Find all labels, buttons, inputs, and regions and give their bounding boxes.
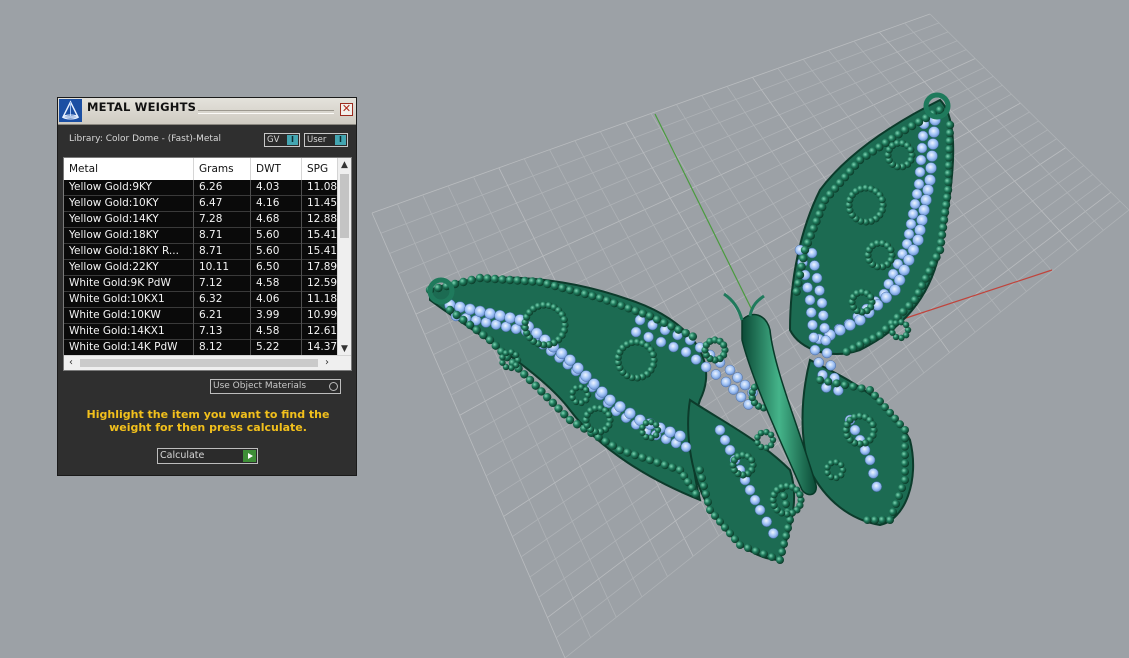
table-row[interactable]: White Gold:14KX1 7.13 4.58 12.61 (64, 324, 339, 340)
cell-spg: 14.37 (307, 341, 338, 353)
toggle-knob: I (335, 135, 346, 145)
titlebar-divider (198, 110, 334, 114)
calculate-button-label: Calculate (160, 450, 205, 461)
user-toggle-label: User (307, 135, 327, 145)
instruction-text: Highlight the item you want to find the … (86, 408, 330, 434)
toggle-knob: I (287, 135, 298, 145)
cell-spg: 10.99 (307, 309, 338, 321)
chevron-up-icon[interactable]: ▲ (338, 158, 351, 172)
table-row[interactable]: White Gold:14K PdW 8.12 5.22 14.37 (64, 340, 339, 356)
table-row[interactable]: White Gold:10KX1 6.32 4.06 11.18 (64, 292, 339, 308)
chevron-right-icon[interactable]: › (320, 356, 334, 370)
cell-grams: 10.11 (194, 260, 251, 276)
cell-dwt: 4.06 (251, 292, 302, 308)
cell-grams: 8.12 (194, 340, 251, 356)
cell-spg: 12.59 (307, 277, 338, 289)
column-header-spg[interactable]: SPG (302, 158, 339, 180)
cell-spg: 12.61 (307, 325, 338, 337)
cell-metal: Yellow Gold:18KY (64, 228, 194, 244)
cell-dwt: 5.60 (251, 228, 302, 244)
table-row[interactable]: Yellow Gold:22KY 10.11 6.50 17.89 (64, 260, 339, 276)
cell-dwt: 6.50 (251, 260, 302, 276)
table-header: Metal Grams DWT SPG (64, 158, 339, 180)
y-axis-line (654, 113, 753, 311)
column-header-grams[interactable]: Grams (194, 158, 251, 180)
cell-dwt: 4.68 (251, 212, 302, 228)
vertical-scroll-thumb[interactable] (340, 174, 349, 238)
cell-dwt: 4.58 (251, 324, 302, 340)
cell-metal: White Gold:10KX1 (64, 292, 194, 308)
cell-metal: Yellow Gold:18KY R... (64, 244, 194, 260)
horizontal-scroll-thumb[interactable] (80, 359, 318, 367)
cell-metal: Yellow Gold:10KY (64, 196, 194, 212)
cell-grams: 8.71 (194, 244, 251, 260)
vertical-scrollbar[interactable]: ▲ ▼ (337, 158, 351, 356)
chevron-left-icon[interactable]: ‹ (64, 356, 78, 370)
cell-metal: White Gold:9K PdW (64, 276, 194, 292)
cell-metal: Yellow Gold:22KY (64, 260, 194, 276)
column-header-metal[interactable]: Metal (64, 158, 194, 180)
column-header-dwt[interactable]: DWT (251, 158, 302, 180)
cell-dwt: 5.22 (251, 340, 302, 356)
use-object-materials-label: Use Object Materials (213, 381, 307, 391)
cell-dwt: 4.03 (251, 180, 302, 196)
close-button[interactable]: ✕ (340, 103, 353, 116)
gv-toggle-label: GV (267, 135, 280, 145)
cell-spg: 11.08 (307, 181, 338, 193)
cell-spg: 11.45 (307, 197, 338, 209)
use-object-materials-option[interactable]: Use Object Materials (210, 379, 341, 394)
user-toggle[interactable]: User I (304, 133, 348, 147)
metal-weights-table[interactable]: Metal Grams DWT SPG Yellow Gold:9KY 6.26 4… (63, 157, 352, 371)
cell-spg: 11.18 (307, 293, 338, 305)
table-body: Yellow Gold:9KY 6.26 4.03 11.08 Yellow Gold:… (64, 180, 339, 356)
calculate-button[interactable]: Calculate (157, 448, 258, 464)
cell-spg: 15.41 (307, 229, 338, 241)
table-row[interactable]: Yellow Gold:18KY R... 8.71 5.60 15.41 (64, 244, 339, 260)
table-row[interactable]: Yellow Gold:14KY 7.28 4.68 12.88 (64, 212, 339, 228)
library-label: Library: Color Dome - (Fast)-Metal (69, 134, 221, 144)
radio-icon[interactable] (329, 382, 338, 391)
cell-grams: 6.32 (194, 292, 251, 308)
cell-grams: 6.21 (194, 308, 251, 324)
cell-grams: 7.28 (194, 212, 251, 228)
cell-dwt: 5.60 (251, 244, 302, 260)
table-row[interactable]: Yellow Gold:9KY 6.26 4.03 11.08 (64, 180, 339, 196)
cell-dwt: 4.16 (251, 196, 302, 212)
cell-metal: White Gold:14KX1 (64, 324, 194, 340)
gv-toggle[interactable]: GV I (264, 133, 300, 147)
cell-grams: 6.26 (194, 180, 251, 196)
horizontal-scrollbar[interactable]: ‹ › (64, 355, 351, 370)
table-row[interactable]: Yellow Gold:10KY 6.47 4.16 11.45 (64, 196, 339, 212)
panel-titlebar[interactable]: METAL WEIGHTS ✕ (58, 98, 356, 125)
close-icon: ✕ (341, 102, 352, 115)
cell-grams: 6.47 (194, 196, 251, 212)
play-icon (243, 450, 256, 462)
cell-spg: 15.41 (307, 245, 338, 257)
rhino-gem-icon (59, 99, 82, 122)
cell-dwt: 3.99 (251, 308, 302, 324)
cell-grams: 7.13 (194, 324, 251, 340)
cell-grams: 7.12 (194, 276, 251, 292)
cell-spg: 17.89 (307, 261, 338, 273)
cell-metal: Yellow Gold:14KY (64, 212, 194, 228)
table-row[interactable]: White Gold:10KW 6.21 3.99 10.99 (64, 308, 339, 324)
cell-dwt: 4.58 (251, 276, 302, 292)
chevron-down-icon[interactable]: ▼ (338, 342, 351, 356)
cell-grams: 8.71 (194, 228, 251, 244)
table-row[interactable]: White Gold:9K PdW 7.12 4.58 12.59 (64, 276, 339, 292)
panel-title: METAL WEIGHTS (87, 100, 197, 114)
cell-metal: Yellow Gold:9KY (64, 180, 194, 196)
cell-metal: White Gold:10KW (64, 308, 194, 324)
table-row[interactable]: Yellow Gold:18KY 8.71 5.60 15.41 (64, 228, 339, 244)
cell-spg: 12.88 (307, 213, 338, 225)
cell-metal: White Gold:14K PdW (64, 340, 194, 356)
metal-weights-panel: METAL WEIGHTS ✕ Library: Color Dome - (F… (57, 97, 357, 476)
